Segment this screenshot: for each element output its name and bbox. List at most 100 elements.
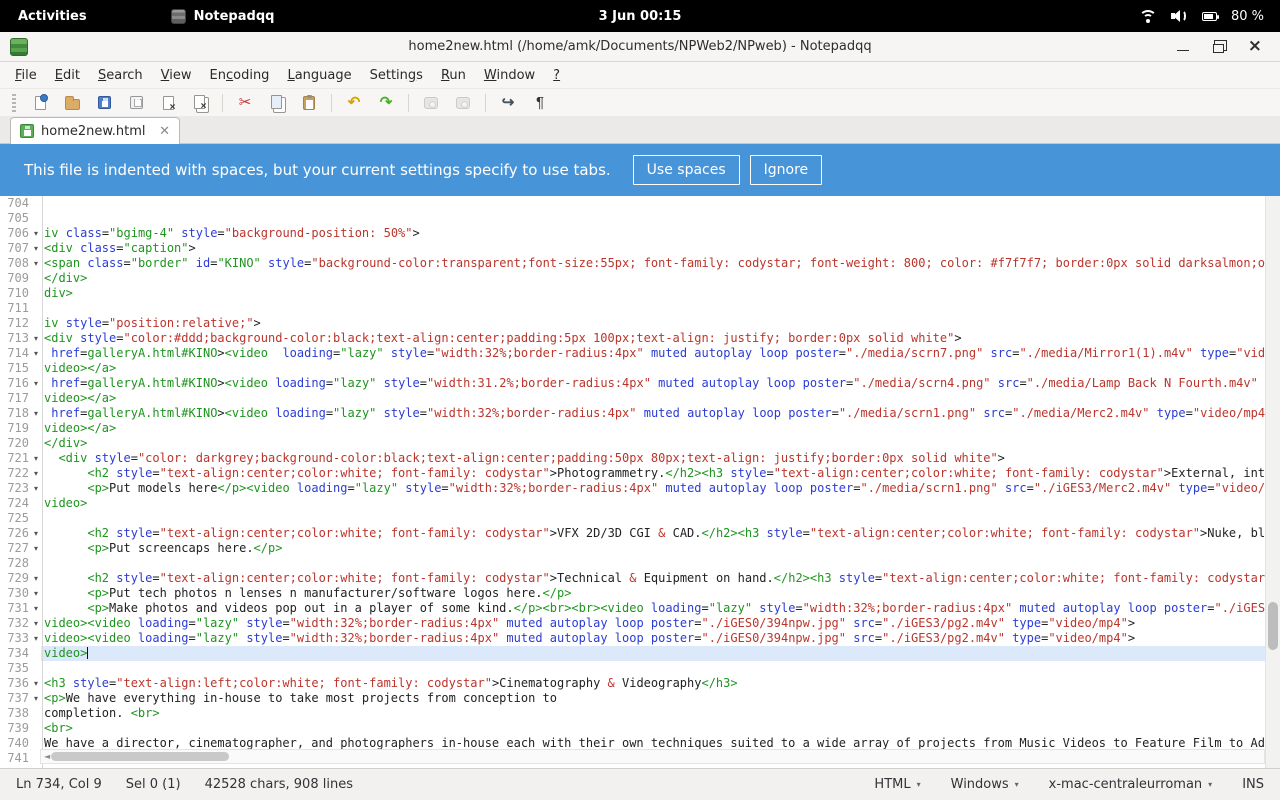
menu-language[interactable]: Language — [278, 65, 360, 86]
code-line[interactable]: 734video> — [0, 646, 1280, 661]
fold-marker-icon[interactable]: ▾ — [31, 691, 41, 706]
code-line[interactable]: 715video></a> — [0, 361, 1280, 376]
code-line[interactable]: 725 — [0, 511, 1280, 526]
code-line[interactable]: 727▾ <p>Put screencaps here.</p> — [0, 541, 1280, 556]
fold-marker-icon[interactable]: ▾ — [31, 571, 41, 586]
tab-close-icon[interactable]: ✕ — [159, 124, 170, 139]
code-line[interactable]: 729▾ <h2 style="text-align:center;color:… — [0, 571, 1280, 586]
fold-marker-icon[interactable]: ▾ — [31, 676, 41, 691]
vertical-scrollbar[interactable] — [1265, 196, 1280, 768]
code-line[interactable]: 721▾ <div style="color: darkgrey;backgro… — [0, 451, 1280, 466]
code-line[interactable]: 726▾ <h2 style="text-align:center;color:… — [0, 526, 1280, 541]
new-file-button[interactable] — [27, 91, 53, 115]
cut-button[interactable]: ✂ — [232, 91, 258, 115]
close-button[interactable]: × — [1248, 38, 1262, 55]
code-line[interactable]: 732▾video><video loading="lazy" style="w… — [0, 616, 1280, 631]
ignore-button[interactable]: Ignore — [750, 155, 823, 185]
code-editor[interactable]: 704705706▾iv class="bgimg-4" style="back… — [0, 196, 1280, 768]
word-wrap-button[interactable]: ↪ — [495, 91, 521, 115]
undo-button[interactable]: ↶ — [341, 91, 367, 115]
code-line[interactable]: 710div> — [0, 286, 1280, 301]
menu-view[interactable]: View — [152, 65, 201, 86]
open-file-button[interactable] — [59, 91, 85, 115]
focused-app-label: Notepadqq — [194, 9, 275, 24]
code-line[interactable]: 736▾<h3 style="text-align:left;color:whi… — [0, 676, 1280, 691]
menu-settings[interactable]: Settings — [361, 65, 432, 86]
close-button[interactable] — [155, 91, 181, 115]
activities-button[interactable]: Activities — [0, 0, 105, 32]
use-spaces-button[interactable]: Use spaces — [633, 155, 740, 185]
menu-help[interactable]: ? — [544, 65, 569, 86]
show-symbols-button[interactable]: ¶ — [527, 91, 553, 115]
fold-marker-icon[interactable]: ▾ — [31, 226, 41, 241]
fold-marker-icon[interactable]: ▾ — [31, 346, 41, 361]
code-line[interactable]: 709</div> — [0, 271, 1280, 286]
fold-marker-icon[interactable]: ▾ — [31, 466, 41, 481]
code-line[interactable]: 724video> — [0, 496, 1280, 511]
code-line[interactable]: 723▾ <p>Put models here</p><video loadin… — [0, 481, 1280, 496]
fold-marker-icon[interactable]: ▾ — [31, 601, 41, 616]
code-line[interactable]: 738completion. <br> — [0, 706, 1280, 721]
code-line[interactable]: 705 — [0, 211, 1280, 226]
code-line[interactable]: 739<br> — [0, 721, 1280, 736]
redo-button[interactable]: ↷ — [373, 91, 399, 115]
menu-edit[interactable]: Edit — [46, 65, 89, 86]
focused-app-button[interactable]: Notepadqq — [171, 9, 275, 24]
horizontal-scrollbar[interactable]: ◄ — [40, 749, 1265, 764]
fold-marker-icon[interactable]: ▾ — [31, 256, 41, 271]
code-line[interactable]: 730▾ <p>Put tech photos n lenses n manuf… — [0, 586, 1280, 601]
fold-marker-icon[interactable]: ▾ — [31, 376, 41, 391]
language-selector[interactable]: HTML▾ — [874, 777, 920, 792]
restore-button[interactable] — [1213, 44, 1224, 53]
code-line[interactable]: 707▾<div class="caption"> — [0, 241, 1280, 256]
menu-window[interactable]: Window — [475, 65, 544, 86]
code-line[interactable]: 735 — [0, 661, 1280, 676]
encoding-selector[interactable]: x-mac-centraleurroman▾ — [1049, 777, 1213, 792]
code-line[interactable]: 714▾ href=galleryA.html#KINO><video load… — [0, 346, 1280, 361]
eol-selector[interactable]: Windows▾ — [951, 777, 1019, 792]
fold-marker-icon[interactable]: ▾ — [31, 451, 41, 466]
save-button[interactable] — [91, 91, 117, 115]
code-line[interactable]: 728 — [0, 556, 1280, 571]
save-all-button[interactable] — [123, 91, 149, 115]
code-line[interactable]: 708▾<span class="border" id="KINO" style… — [0, 256, 1280, 271]
menu-file[interactable]: File — [6, 65, 46, 86]
menu-search[interactable]: Search — [89, 65, 152, 86]
code-line[interactable]: 719video></a> — [0, 421, 1280, 436]
code-line[interactable]: 713▾<div style="color:#ddd;background-co… — [0, 331, 1280, 346]
code-line[interactable]: 706▾iv class="bgimg-4" style="background… — [0, 226, 1280, 241]
code-text: href=galleryA.html#KINO><video loading="… — [41, 376, 1280, 391]
code-line[interactable]: 722▾ <h2 style="text-align:center;color:… — [0, 466, 1280, 481]
code-line[interactable]: 717video></a> — [0, 391, 1280, 406]
paste-button[interactable] — [296, 91, 322, 115]
fold-marker-icon[interactable]: ▾ — [31, 586, 41, 601]
toolbar-drag-handle[interactable] — [12, 94, 16, 112]
fold-marker-icon[interactable]: ▾ — [31, 631, 41, 646]
insert-mode-indicator[interactable]: INS — [1242, 777, 1264, 792]
code-line[interactable]: 704 — [0, 196, 1280, 211]
code-line[interactable]: 711 — [0, 301, 1280, 316]
copy-button[interactable] — [264, 91, 290, 115]
close-all-button[interactable] — [187, 91, 213, 115]
code-line[interactable]: 718▾ href=galleryA.html#KINO><video load… — [0, 406, 1280, 421]
fold-marker-icon[interactable]: ▾ — [31, 331, 41, 346]
code-line[interactable]: 733▾video><video loading="lazy" style="w… — [0, 631, 1280, 646]
fold-marker-icon[interactable]: ▾ — [31, 481, 41, 496]
fold-marker-icon[interactable]: ▾ — [31, 406, 41, 421]
tab-home2new[interactable]: home2new.html ✕ — [10, 117, 180, 144]
code-line[interactable]: 737▾<p>We have everything in-house to ta… — [0, 691, 1280, 706]
code-line[interactable]: 731▾ <p>Make photos and videos pop out i… — [0, 601, 1280, 616]
horizontal-scroll-thumb[interactable] — [51, 752, 229, 761]
menu-run[interactable]: Run — [432, 65, 475, 86]
fold-marker-icon[interactable]: ▾ — [31, 241, 41, 256]
minimize-button[interactable] — [1177, 50, 1189, 52]
menu-encoding[interactable]: Encoding — [201, 65, 279, 86]
fold-marker-icon[interactable]: ▾ — [31, 616, 41, 631]
code-line[interactable]: 720</div> — [0, 436, 1280, 451]
system-status-area[interactable]: 80 % — [1139, 9, 1280, 24]
fold-marker-icon[interactable]: ▾ — [31, 526, 41, 541]
code-line[interactable]: 712iv style="position:relative;"> — [0, 316, 1280, 331]
code-line[interactable]: 716▾ href=galleryA.html#KINO><video load… — [0, 376, 1280, 391]
fold-marker-icon[interactable]: ▾ — [31, 541, 41, 556]
vertical-scroll-thumb[interactable] — [1268, 602, 1278, 650]
